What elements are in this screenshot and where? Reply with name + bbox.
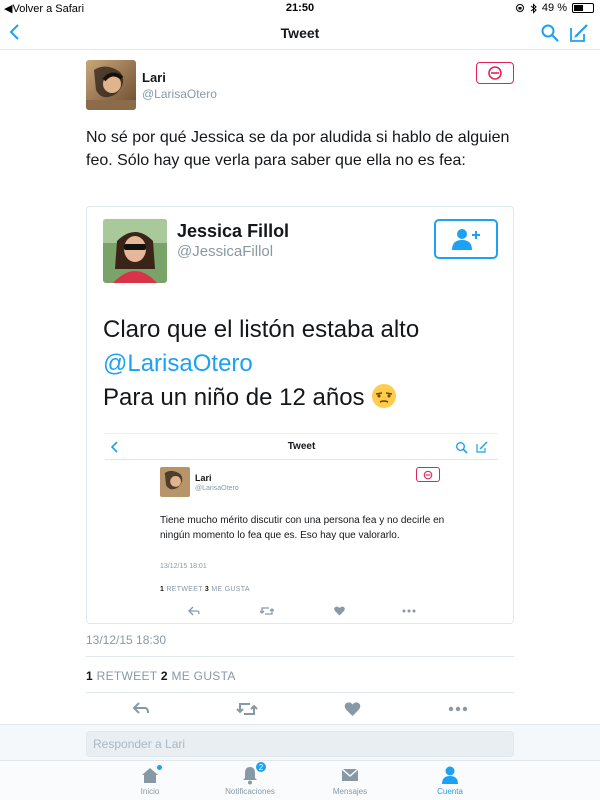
user-icon <box>442 766 458 784</box>
retweet-icon <box>260 607 274 615</box>
embedded-like-count: 3 <box>204 586 210 593</box>
avatar-image <box>103 219 167 283</box>
quoted-text-line-1: Claro que el listón estaba alto <box>103 316 420 343</box>
quoted-author-avatar[interactable] <box>103 219 167 283</box>
reply-input[interactable] <box>86 731 514 757</box>
block-icon <box>488 66 502 80</box>
rotation-lock-icon <box>515 4 524 12</box>
divider <box>86 656 514 657</box>
more-icon <box>402 609 416 613</box>
tweet-text: No sé por qué Jessica se da por aludida … <box>86 129 510 169</box>
envelope-icon <box>341 768 359 781</box>
battery-percent: 49 % <box>541 2 567 14</box>
battery-icon <box>572 3 594 13</box>
tweet-stats: 1 RETWEET 2 ME GUSTA <box>86 669 236 683</box>
search-icon <box>456 442 468 454</box>
tab-notificaciones[interactable]: 2 Notificaciones <box>205 761 295 796</box>
embedded-action-bar <box>160 606 450 618</box>
avatar-image <box>86 60 136 110</box>
follow-button[interactable] <box>434 219 498 259</box>
battery-fill <box>574 5 583 11</box>
status-right: 49 % <box>515 2 594 14</box>
tab-inicio[interactable]: Inicio <box>105 765 195 796</box>
bluetooth-icon <box>530 2 537 14</box>
quoted-text-line-3-label: Para un niño de 12 años <box>103 384 365 411</box>
embedded-author-handle: @LarisaOtero <box>195 485 239 492</box>
heart-icon <box>334 606 345 616</box>
tweet-date: 13/12/15 18:30 <box>86 633 167 647</box>
embedded-author-name: Lari <box>195 473 212 483</box>
embedded-like-label: ME GUSTA <box>211 586 250 593</box>
compose-icon[interactable] <box>568 22 590 44</box>
embedded-retweet-label: RETWEET <box>166 586 203 593</box>
embedded-screenshot: Tweet Lari @LarisaOtero Tiene mucho méri… <box>105 433 498 620</box>
messages-tab-icon <box>305 765 395 785</box>
avatar-image <box>160 467 190 497</box>
blocked-button[interactable] <box>476 62 514 84</box>
author-name[interactable]: Lari <box>142 70 166 85</box>
quoted-mention-link[interactable]: @LarisaOtero <box>103 347 503 381</box>
quoted-tweet-text: Claro que el listón estaba alto @LarisaO… <box>103 313 503 415</box>
clock: 21:50 <box>285 2 315 14</box>
notification-badge: 2 <box>255 761 267 773</box>
quoted-text-line-3: Para un niño de 12 años <box>103 381 503 415</box>
home-tab-icon <box>105 765 195 785</box>
embedded-nav-title: Tweet <box>287 441 316 452</box>
tab-bar: Inicio 2 Notificaciones Mensajes Cuenta <box>0 760 600 800</box>
embedded-tweet-date: 13/12/15 18:01 <box>160 563 207 570</box>
status-bar: ◀Volver a Safari 21:50 49 % <box>0 0 600 16</box>
retweet-count[interactable]: 1 <box>86 669 93 683</box>
embedded-nav-bar: Tweet <box>105 434 498 460</box>
more-icon[interactable] <box>448 701 468 717</box>
embedded-tweet-stats: 1 RETWEET 3 ME GUSTA <box>160 586 250 593</box>
reply-bar <box>0 724 600 764</box>
tab-label: Inicio <box>140 787 160 796</box>
nav-title: Tweet <box>280 25 320 41</box>
heart-icon[interactable] <box>344 701 361 717</box>
nav-bar: Tweet <box>0 16 600 50</box>
quoted-tweet-card[interactable]: Jessica Fillol @JessicaFillol Claro que … <box>86 206 514 624</box>
tab-mensajes[interactable]: Mensajes <box>305 765 395 796</box>
compose-icon <box>476 441 488 453</box>
divider <box>86 692 514 693</box>
tab-label: Notificaciones <box>225 787 275 796</box>
tab-cuenta[interactable]: Cuenta <box>405 765 495 796</box>
tab-label: Mensajes <box>332 787 368 796</box>
embedded-blocked-button <box>416 467 440 482</box>
search-icon[interactable] <box>540 23 560 43</box>
embedded-author-avatar <box>160 467 190 497</box>
quoted-author-handle[interactable]: @JessicaFillol <box>177 243 273 260</box>
new-content-dot <box>157 765 162 770</box>
block-icon <box>423 470 433 479</box>
tab-label: Cuenta <box>437 787 463 796</box>
account-tab-icon <box>405 765 495 785</box>
author-handle[interactable]: @LarisaOtero <box>142 87 217 101</box>
unamused-emoji-icon <box>372 384 397 408</box>
reply-icon[interactable] <box>132 701 150 717</box>
add-user-icon <box>452 229 480 250</box>
reply-icon <box>188 606 200 616</box>
like-count[interactable]: 2 <box>161 669 168 683</box>
retweet-icon[interactable] <box>236 701 258 717</box>
retweet-label[interactable]: RETWEET <box>97 669 158 683</box>
author-avatar[interactable] <box>86 60 136 110</box>
embedded-retweet-count: 1 <box>160 586 165 593</box>
quoted-author-name[interactable]: Jessica Fillol <box>177 221 289 242</box>
like-label[interactable]: ME GUSTA <box>171 669 235 683</box>
notifications-tab-icon: 2 <box>205 761 295 785</box>
embedded-tweet-text: Tiene mucho mérito discutir con una pers… <box>160 515 445 541</box>
